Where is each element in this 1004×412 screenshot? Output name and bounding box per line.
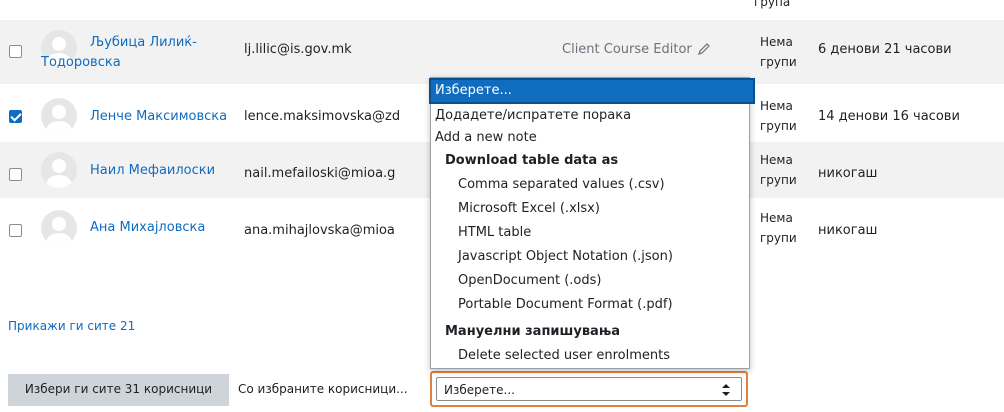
bulk-action-select[interactable]: Изберете... xyxy=(430,371,748,407)
table-row: Љубица Лилиќ- Тодоровска lj.lilic@is.gov… xyxy=(0,20,1004,84)
menu-option-delete-enrolments[interactable]: Delete selected user enrolments xyxy=(431,345,776,367)
with-selected-label: Со избраните корисници... xyxy=(238,382,408,396)
role-cell: Client Course Editor xyxy=(562,42,692,57)
row-checkbox[interactable] xyxy=(9,45,22,58)
menu-group-manual-enrolments: Мануелни запишувања xyxy=(445,324,621,339)
menu-option-choose[interactable]: Изберете... xyxy=(429,78,755,104)
last-access-cell: 6 денови 21 часови xyxy=(818,42,952,57)
menu-option-json[interactable]: Javascript Object Notation (.json) xyxy=(431,246,776,268)
menu-option-xlsx[interactable]: Microsoft Excel (.xlsx) xyxy=(431,198,776,220)
user-avatar-icon xyxy=(41,98,77,134)
user-name-link[interactable]: Наил Мефаилоски xyxy=(90,163,215,178)
groups-cell: Нема групи xyxy=(760,99,797,133)
groups-cell: Нема групи xyxy=(760,35,797,69)
email-cell: ana.mihajlovska@mioa xyxy=(244,223,395,238)
user-name-link[interactable]: Љубица Лилиќ- Тодоровска xyxy=(41,33,197,73)
menu-group-download: Download table data as xyxy=(445,153,619,168)
show-all-link[interactable]: Прикажи ги сите 21 xyxy=(8,319,135,333)
menu-option-html[interactable]: HTML table xyxy=(431,222,776,244)
email-cell: lence.maksimovska@zd xyxy=(244,109,401,124)
row-checkbox[interactable] xyxy=(9,110,22,123)
row-checkbox[interactable] xyxy=(9,168,22,181)
pencil-icon[interactable] xyxy=(697,42,711,56)
user-avatar-icon xyxy=(41,210,77,246)
select-value: Изберете... xyxy=(444,383,515,397)
menu-option-csv[interactable]: Comma separated values (.csv) xyxy=(431,174,776,196)
menu-option-send-message[interactable]: Додадете/испратете порака xyxy=(431,105,753,127)
user-name-link[interactable]: Ана Михајловска xyxy=(90,220,205,235)
select-all-button[interactable]: Избери ги сите 31 корисници xyxy=(8,374,229,406)
last-access-cell: никогаш xyxy=(818,223,878,238)
email-cell: nail.mefailoski@mioa.g xyxy=(244,166,396,181)
user-name-link[interactable]: Ленче Максимовска xyxy=(90,109,227,124)
menu-option-pdf[interactable]: Portable Document Format (.pdf) xyxy=(431,294,776,316)
email-cell: lj.lilic@is.gov.mk xyxy=(244,42,352,57)
last-access-cell: никогаш xyxy=(818,166,878,181)
user-avatar-icon xyxy=(41,152,77,188)
menu-option-ods[interactable]: OpenDocument (.ods) xyxy=(431,270,776,292)
bulk-action-dropdown-menu: Изберете... Додадете/испратете порака Ad… xyxy=(429,77,755,369)
groups-text-fragment: група xyxy=(754,0,791,9)
updown-arrows-icon xyxy=(722,384,730,396)
menu-option-add-note[interactable]: Add a new note xyxy=(431,127,753,149)
row-checkbox[interactable] xyxy=(9,224,22,237)
last-access-cell: 14 денови 16 часови xyxy=(818,109,960,124)
